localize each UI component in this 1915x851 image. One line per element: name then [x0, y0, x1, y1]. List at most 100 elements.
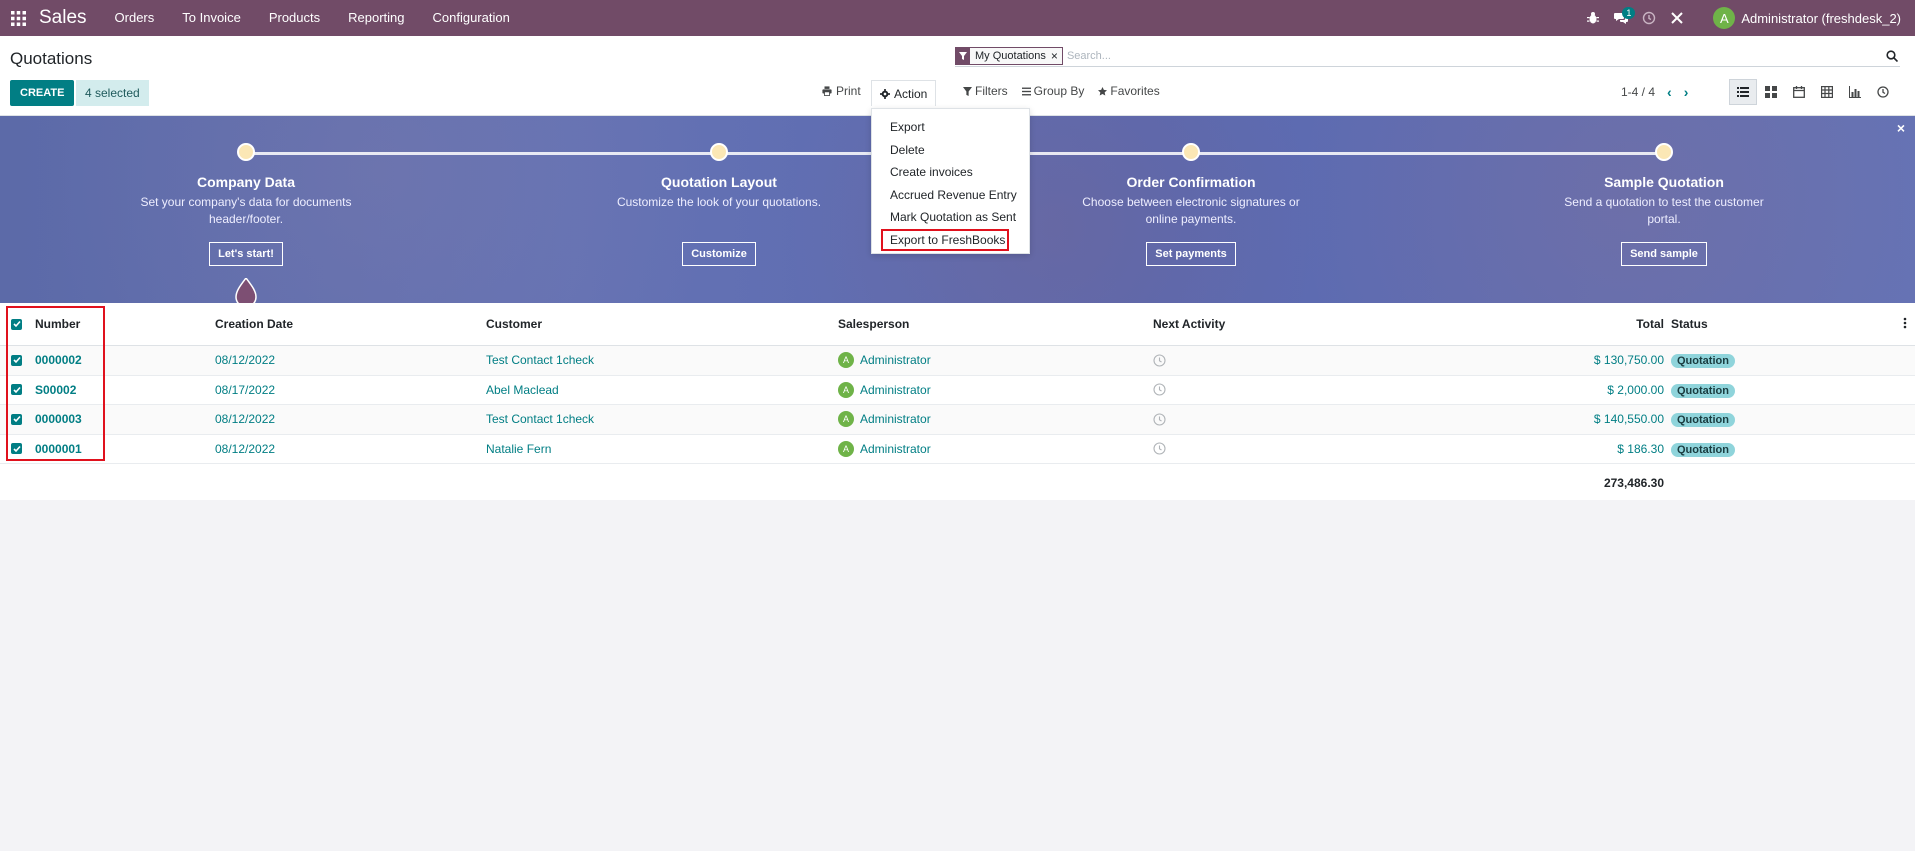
quotations-list: Number Creation Date Customer Salesperso… — [0, 303, 1915, 500]
apps-menu-icon[interactable] — [0, 0, 36, 36]
facet-remove-icon[interactable]: × — [1051, 49, 1062, 63]
table-body: 0000002 08/12/2022 Test Contact 1check A… — [0, 346, 1915, 464]
menu-item-create-invoices[interactable]: Create invoices — [872, 161, 1029, 184]
row-customer[interactable]: Test Contact 1check — [486, 412, 594, 426]
send-sample-button[interactable]: Send sample — [1621, 242, 1707, 266]
step-title: Quotation Layout — [661, 174, 777, 190]
row-customer[interactable]: Abel Maclead — [486, 383, 559, 397]
favorites-button[interactable]: Favorites — [1098, 84, 1160, 98]
create-button[interactable]: CREATE — [10, 80, 75, 106]
step-dot — [1655, 143, 1673, 161]
debug-bug-icon[interactable] — [1579, 0, 1607, 36]
activity-view-icon[interactable] — [1869, 79, 1897, 105]
row-salesperson[interactable]: A Administrator — [838, 411, 931, 428]
row-checkbox[interactable] — [11, 443, 22, 455]
row-number[interactable]: 0000002 — [35, 353, 82, 367]
pager-value[interactable]: 1-4 / 4 — [1621, 85, 1655, 99]
table-row[interactable]: 0000003 08/12/2022 Test Contact 1check A… — [0, 405, 1915, 435]
next-activity-clock-icon[interactable] — [1153, 383, 1166, 396]
filters-button[interactable]: Filters — [963, 84, 1008, 98]
table-row[interactable]: 0000002 08/12/2022 Test Contact 1check A… — [0, 346, 1915, 376]
funnel-icon — [963, 86, 972, 96]
row-creation-date[interactable]: 08/12/2022 — [215, 353, 275, 367]
step-title: Company Data — [196, 174, 296, 190]
step-title: Order Confirmation — [1126, 174, 1256, 190]
user-avatar: A — [1713, 7, 1736, 29]
row-creation-date[interactable]: 08/12/2022 — [215, 442, 275, 456]
column-header-number[interactable]: Number — [35, 317, 80, 331]
salesperson-name: Administrator — [860, 353, 931, 368]
search-icon[interactable] — [1884, 49, 1900, 62]
table-row[interactable]: S00002 08/17/2022 Abel Maclead A Adminis… — [0, 376, 1915, 405]
menu-item-delete[interactable]: Delete — [872, 139, 1029, 162]
group-by-button[interactable]: Group By — [1021, 84, 1085, 98]
menu-item-accrued-revenue-entry[interactable]: Accrued Revenue Entry — [872, 184, 1029, 207]
nav-orders[interactable]: Orders — [101, 0, 169, 36]
customize-button[interactable]: Customize — [682, 242, 756, 266]
user-menu[interactable]: A Administrator (freshdesk_2) — [1713, 7, 1901, 29]
next-activity-clock-icon[interactable] — [1153, 442, 1166, 455]
lets-start-button[interactable]: Let's start! — [209, 242, 283, 266]
column-header-creation-date[interactable]: Creation Date — [215, 317, 293, 331]
row-checkbox[interactable] — [11, 354, 22, 366]
row-number[interactable]: S00002 — [35, 383, 76, 397]
next-activity-clock-icon[interactable] — [1153, 413, 1166, 426]
next-activity-clock-icon[interactable] — [1153, 354, 1166, 367]
activity-clock-icon[interactable] — [1635, 0, 1663, 36]
nav-products[interactable]: Products — [255, 0, 334, 36]
filter-toolbar: Filters Group By Favorites — [963, 84, 1160, 98]
pivot-view-icon[interactable] — [1813, 79, 1841, 105]
row-salesperson[interactable]: A Administrator — [838, 440, 931, 457]
row-checkbox[interactable] — [11, 384, 22, 396]
nav-to-invoice[interactable]: To Invoice — [168, 0, 255, 36]
favorites-label: Favorites — [1110, 84, 1160, 98]
row-salesperson[interactable]: A Administrator — [838, 352, 931, 369]
list-view-icon[interactable] — [1729, 79, 1757, 105]
menu-item-export[interactable]: Export — [872, 116, 1029, 139]
column-header-customer[interactable]: Customer — [486, 317, 542, 331]
search-input[interactable] — [1066, 49, 1884, 62]
action-button[interactable]: Action — [871, 80, 937, 106]
step-quotation-layout: Quotation Layout Customize the look of y… — [604, 143, 834, 266]
messages-icon[interactable]: 1 — [1607, 0, 1636, 36]
menu-item-export-to-freshbooks[interactable]: Export to FreshBooks — [881, 228, 1009, 251]
kanban-view-icon[interactable] — [1757, 79, 1785, 105]
step-description: Customize the look of your quotations. — [616, 195, 822, 209]
nav-reporting[interactable]: Reporting — [334, 0, 418, 36]
row-status: Quotation — [1671, 383, 1735, 398]
graph-view-icon[interactable] — [1841, 79, 1869, 105]
app-brand[interactable]: Sales — [39, 7, 87, 29]
optional-columns-icon[interactable] — [1903, 317, 1907, 332]
set-payments-button[interactable]: Set payments — [1146, 242, 1236, 266]
gear-icon — [880, 88, 890, 99]
row-salesperson[interactable]: A Administrator — [838, 381, 931, 398]
row-number[interactable]: 0000003 — [35, 412, 82, 426]
row-creation-date[interactable]: 08/17/2022 — [215, 383, 275, 397]
pager-prev-icon[interactable]: ‹ — [1667, 84, 1672, 100]
row-total: $ 2,000.00 — [1607, 382, 1664, 397]
table-row[interactable]: 0000001 08/12/2022 Natalie Fern A Admini… — [0, 435, 1915, 464]
page-title: Quotations — [10, 49, 93, 68]
nav-configuration[interactable]: Configuration — [419, 0, 524, 36]
top-navbar: Sales Orders To Invoice Products Reporti… — [0, 0, 1915, 36]
row-customer[interactable]: Natalie Fern — [486, 442, 551, 456]
search-bar: My Quotations × — [955, 45, 1900, 67]
row-creation-date[interactable]: 08/12/2022 — [215, 412, 275, 426]
column-header-salesperson[interactable]: Salesperson — [838, 317, 909, 331]
tools-icon[interactable] — [1663, 0, 1691, 36]
banner-close-icon[interactable]: × — [1897, 120, 1905, 136]
column-header-next-activity[interactable]: Next Activity — [1153, 317, 1225, 331]
row-customer[interactable]: Test Contact 1check — [486, 353, 594, 367]
row-checkbox[interactable] — [11, 413, 22, 425]
row-total: $ 186.30 — [1617, 441, 1664, 456]
print-button[interactable]: Print — [822, 84, 861, 98]
column-header-status[interactable]: Status — [1671, 317, 1708, 331]
message-count-badge: 1 — [1622, 7, 1636, 19]
menu-item-mark-as-sent[interactable]: Mark Quotation as Sent — [872, 206, 1029, 229]
select-all-checkbox[interactable] — [11, 318, 22, 330]
column-header-total[interactable]: Total — [1636, 317, 1664, 331]
pager-next-icon[interactable]: › — [1684, 84, 1689, 100]
row-number[interactable]: 0000001 — [35, 442, 82, 456]
group-by-label: Group By — [1033, 84, 1085, 98]
calendar-view-icon[interactable] — [1785, 79, 1813, 105]
